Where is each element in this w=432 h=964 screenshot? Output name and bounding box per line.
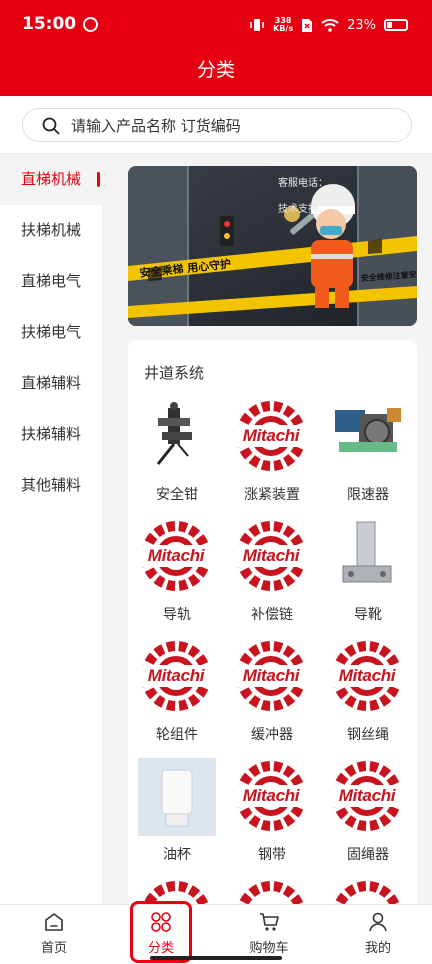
product-item[interactable]: Mitachi 轮组件 <box>129 638 225 756</box>
banner-phone-2: 技术支持： <box>278 202 328 215</box>
mitachi-logo: Mitachi <box>132 518 220 596</box>
battery-icon <box>384 19 408 31</box>
section-title: 井道系统 <box>144 364 205 382</box>
network-speed: 338 KB/s <box>273 16 294 33</box>
mitachi-logo: Mitachi <box>323 638 411 716</box>
product-label: 补偿链 <box>251 607 293 623</box>
product-label: 涨紧装置 <box>244 487 300 503</box>
tab-home[interactable]: 首页 <box>14 905 94 964</box>
sidebar-item-escalator-electrical[interactable]: 扶梯电气 <box>0 307 102 358</box>
product-item[interactable]: Mitachi 固绳器 <box>320 758 416 876</box>
mitachi-logo: Mitachi <box>227 638 315 716</box>
sidebar-item-elevator-electrical[interactable]: 直梯电气 <box>0 256 102 307</box>
mitachi-logo: Mitachi <box>227 758 315 836</box>
product-item-partial[interactable] <box>320 878 416 904</box>
guide-shoe-image <box>329 518 407 596</box>
tab-profile[interactable]: 我的 <box>338 905 418 964</box>
product-label: 固绳器 <box>347 847 389 863</box>
tab-home-label: 首页 <box>40 941 67 956</box>
product-label: 缓冲器 <box>251 727 293 743</box>
product-panel: 井道系统 安全钳 Mitachi 涨紧装置 限速器 Mitachi 导轨 Mit… <box>128 340 417 904</box>
product-label: 限速器 <box>347 487 389 503</box>
category-content: 客服电话： 技术支持： 安全乘梯 用心守护 安全维修注意安全 井道系统 安全钳 … <box>102 154 432 904</box>
product-label: 油杯 <box>163 847 191 863</box>
product-label: 导轨 <box>163 607 191 623</box>
home-icon <box>45 913 63 931</box>
notification-icon <box>83 17 98 32</box>
search-box[interactable] <box>22 108 412 142</box>
sidebar-item-escalator-mechanical[interactable]: 扶梯机械 <box>0 205 102 256</box>
sidebar-item-other-accessories[interactable]: 其他辅料 <box>0 460 102 511</box>
no-sim-icon <box>302 18 313 32</box>
promo-banner[interactable]: 客服电话： 技术支持： 安全乘梯 用心守护 安全维修注意安全 <box>128 166 417 326</box>
product-item[interactable]: 导靴 <box>320 518 416 636</box>
mitachi-logo: Mitachi <box>132 638 220 716</box>
tab-profile-label: 我的 <box>364 941 391 956</box>
product-label: 导靴 <box>354 607 382 623</box>
page-title: 分类 <box>0 48 432 96</box>
mitachi-logo: Mitachi <box>227 518 315 596</box>
mitachi-logo <box>329 878 407 904</box>
status-indicators: 338 KB/s 23% <box>249 14 408 36</box>
vibrate-icon <box>250 19 264 31</box>
tab-cart-label: 购物车 <box>249 941 289 956</box>
product-item[interactable]: Mitachi 缓冲器 <box>224 638 320 756</box>
status-time: 15:00 <box>22 14 77 34</box>
product-item[interactable]: 限速器 <box>320 398 416 516</box>
mitachi-logo: Mitachi <box>227 398 315 476</box>
product-item[interactable]: Mitachi 钢丝绳 <box>320 638 416 756</box>
product-item-partial[interactable] <box>224 878 320 904</box>
product-item[interactable]: Mitachi 导轨 <box>129 518 225 636</box>
user-icon <box>369 912 387 932</box>
status-bar: 15:00 338 KB/s 23% <box>0 0 432 48</box>
gesture-bar[interactable] <box>150 956 282 960</box>
battery-percent: 23% <box>347 17 376 33</box>
product-label: 轮组件 <box>156 727 198 743</box>
product-item[interactable]: 油杯 <box>129 758 225 876</box>
cart-icon <box>260 913 279 931</box>
wifi-icon <box>321 19 339 32</box>
product-item[interactable]: Mitachi 补偿链 <box>224 518 320 636</box>
sidebar-item-escalator-accessories[interactable]: 扶梯辅料 <box>0 409 102 460</box>
sidebar-item-elevator-accessories[interactable]: 直梯辅料 <box>0 358 102 409</box>
product-item[interactable]: Mitachi 涨紧装置 <box>224 398 320 516</box>
tab-active-outline <box>130 901 192 963</box>
banner-phone-1: 客服电话： <box>278 176 328 189</box>
safety-gear-image <box>138 398 216 476</box>
search-icon <box>42 117 60 135</box>
product-label: 钢丝绳 <box>347 727 389 743</box>
search-input[interactable] <box>71 114 391 138</box>
banner-illustration: 客服电话： 技术支持： 安全乘梯 用心守护 安全维修注意安全 <box>128 166 417 326</box>
product-label: 安全钳 <box>156 487 198 503</box>
bottom-tab-bar: 首页 分类 购物车 我的 <box>0 901 432 964</box>
search-bar <box>0 96 432 154</box>
oil-cup-image <box>138 758 216 836</box>
product-item[interactable]: 安全钳 <box>129 398 225 516</box>
mitachi-logo: Mitachi <box>323 758 411 836</box>
product-label: 钢带 <box>258 847 286 863</box>
product-item[interactable]: Mitachi 钢带 <box>224 758 320 876</box>
mitachi-logo <box>233 878 311 904</box>
category-sidebar: 直梯机械 扶梯机械 直梯电气 扶梯电气 直梯辅料 扶梯辅料 其他辅料 <box>0 154 102 904</box>
sidebar-item-elevator-mechanical[interactable]: 直梯机械 <box>0 154 102 205</box>
speed-governor-image <box>329 398 407 476</box>
